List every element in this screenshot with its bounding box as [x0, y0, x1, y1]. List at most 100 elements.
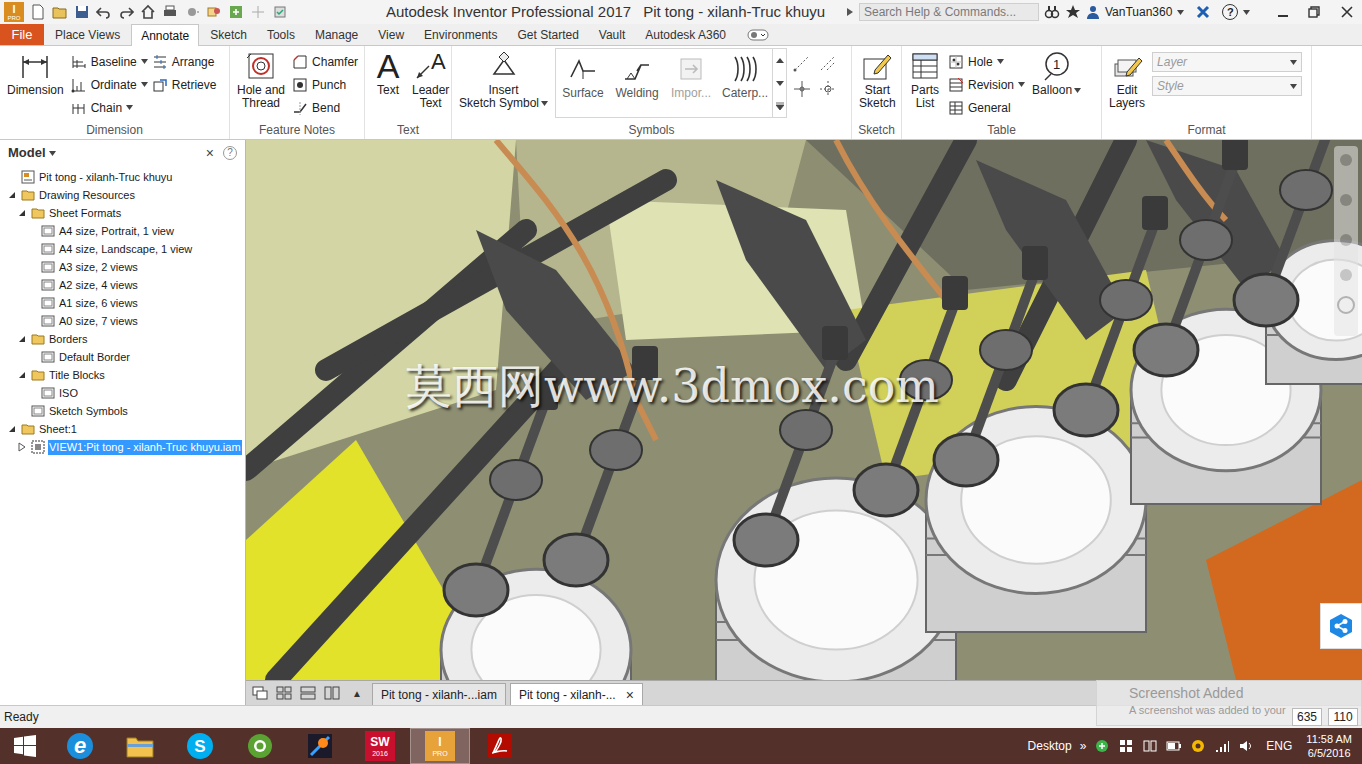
tree-item[interactable]: Pit tong - xilanh-Truc khuyu [0, 168, 245, 186]
ribbon-tool[interactable]: Revision [948, 73, 1025, 96]
format-combo[interactable]: Layer [1152, 52, 1302, 72]
sketch-tool-icon[interactable] [791, 52, 813, 74]
new-icon[interactable] [30, 4, 46, 20]
print-icon[interactable] [162, 4, 178, 20]
document-tab[interactable]: Pit tong - xilanh-...iam [372, 683, 506, 705]
tree-arrow-slot[interactable] [16, 441, 28, 453]
tree-item[interactable]: Title Blocks [0, 366, 245, 384]
gallery-expand-icon[interactable] [773, 94, 786, 117]
tree-item-label[interactable]: ISO [58, 386, 79, 401]
tree-item[interactable]: A1 size, 6 views [0, 294, 245, 312]
tree-item-label[interactable]: Sketch Symbols [48, 404, 129, 419]
browser-help-button[interactable]: ? [223, 146, 237, 160]
undo-icon[interactable] [96, 4, 112, 20]
tree-item[interactable]: A2 size, 4 views [0, 276, 245, 294]
measure-icon[interactable] [250, 4, 266, 20]
share-button[interactable] [1320, 603, 1362, 649]
tree-item-label[interactable]: A3 size, 2 views [58, 260, 139, 275]
document-tab-close[interactable]: × [626, 688, 634, 702]
collapse-arrow-icon[interactable] [8, 190, 16, 200]
clock[interactable]: 11:58 AM6/5/2016 [1306, 732, 1352, 760]
ribbon-tab-label[interactable]: Get Started [508, 24, 587, 45]
ribbon-tool[interactable]: InsertSketch Symbol [456, 48, 551, 110]
collapse-arrow-icon[interactable] [8, 424, 16, 434]
tile-horizontal-icon[interactable] [300, 686, 316, 700]
ribbon-tool[interactable]: Hole [948, 50, 1025, 73]
ribbon-tab-label[interactable]: File [12, 24, 33, 45]
tile-icon[interactable] [276, 686, 292, 700]
app-icon[interactable]: IPRO [4, 2, 24, 22]
tree-arrow-slot[interactable] [6, 423, 18, 435]
tree-item[interactable]: A4 size, Portrait, 1 view [0, 222, 245, 240]
tree-item[interactable]: Default Border [0, 348, 245, 366]
dropdown-caret-icon[interactable] [1018, 82, 1025, 87]
ribbon-tab[interactable]: Sketch [201, 24, 256, 45]
material-icon[interactable] [184, 4, 200, 20]
tree-item[interactable]: Sheet Formats [0, 204, 245, 222]
dropdown-caret-icon[interactable] [997, 59, 1004, 64]
ribbon-tool[interactable]: Surface [556, 49, 610, 117]
tree-item-label[interactable]: A1 size, 6 views [58, 296, 139, 311]
tree-item-label[interactable]: Sheet:1 [38, 422, 78, 437]
tree-item[interactable]: A0 size, 7 views [0, 312, 245, 330]
ribbon-tool[interactable]: EditLayers [1106, 48, 1148, 110]
ribbon-tab-label[interactable]: Annotate [131, 24, 199, 46]
ribbon-toggle-icon[interactable] [745, 24, 771, 45]
gallery-up-icon[interactable] [773, 49, 786, 72]
ribbon-tool[interactable]: Arrange [152, 50, 217, 73]
battery-icon[interactable] [1166, 738, 1182, 754]
input-language[interactable]: ENG [1266, 737, 1292, 755]
dropdown-caret-icon[interactable] [141, 82, 148, 87]
dropdown-caret-icon[interactable] [541, 101, 548, 106]
ribbon-tool[interactable]: Caterp... [718, 49, 772, 117]
expand-arrow-icon[interactable] [18, 442, 26, 452]
gallery-down-icon[interactable] [773, 72, 786, 95]
tree-item-label[interactable]: A2 size, 4 views [58, 278, 139, 293]
document-list-button[interactable]: ▲ [352, 686, 362, 701]
ribbon-tab[interactable]: Autodesk A360 [636, 24, 735, 45]
tree-item[interactable]: Sketch Symbols [0, 402, 245, 420]
taskbar-app[interactable] [110, 728, 170, 764]
document-tab[interactable]: Pit tong - xilanh-...× [510, 683, 643, 705]
ribbon-tool[interactable]: AText [369, 48, 407, 97]
taskbar-app[interactable]: S [170, 728, 230, 764]
tree-item[interactable]: A4 size, Landscape, 1 view [0, 240, 245, 258]
ribbon-tool[interactable]: General [948, 96, 1025, 119]
ribbon-tab[interactable]: Place Views [46, 24, 129, 45]
tree-item[interactable]: Sheet:1 [0, 420, 245, 438]
collapse-arrow-icon[interactable] [18, 334, 26, 344]
ribbon-tab-label[interactable]: Autodesk A360 [636, 24, 735, 45]
ribbon-tool[interactable]: StartSketch [856, 48, 899, 110]
tree-item[interactable]: A3 size, 2 views [0, 258, 245, 276]
tree-item-label[interactable]: Borders [48, 332, 89, 347]
format-combo[interactable]: Style [1152, 76, 1302, 96]
ribbon-tool[interactable]: Chamfer [292, 50, 358, 73]
wifi-icon[interactable] [1214, 738, 1230, 754]
help-caret-icon[interactable] [1243, 10, 1250, 15]
help-button[interactable]: ? [1222, 4, 1238, 20]
tree-item[interactable]: ISO [0, 384, 245, 402]
volume-icon[interactable] [1238, 738, 1254, 754]
tree-item-label[interactable]: Pit tong - xilanh-Truc khuyu [38, 170, 173, 185]
expand-search-icon[interactable] [846, 7, 854, 17]
tree-item-label[interactable]: Default Border [58, 350, 131, 365]
toolbar-chevron[interactable]: » [1080, 737, 1087, 755]
close-icon[interactable] [1332, 2, 1362, 22]
tree-item[interactable]: VIEW1:Pit tong - xilanh-Truc khuyu.iam [0, 438, 245, 456]
save-icon[interactable] [74, 4, 90, 20]
redo-icon[interactable] [118, 4, 134, 20]
sketch-tool-icon[interactable] [817, 78, 839, 100]
ribbon-tool[interactable]: Punch [292, 73, 358, 96]
dropdown-caret-icon[interactable] [141, 59, 148, 64]
cascade-icon[interactable] [252, 686, 268, 700]
tree-item-label[interactable]: A4 size, Landscape, 1 view [58, 242, 193, 257]
user-caret-icon[interactable] [1177, 10, 1184, 15]
dropdown-caret-icon[interactable] [126, 105, 133, 110]
ribbon-tab-label[interactable]: View [369, 24, 413, 45]
ribbon-tool[interactable]: Welding [610, 49, 664, 117]
dropdown-caret-icon[interactable] [1290, 60, 1297, 65]
restore-icon[interactable] [1301, 2, 1327, 22]
ribbon-tool[interactable]: Baseline [71, 50, 148, 73]
exchange-icon[interactable] [1195, 4, 1211, 20]
ribbon-tab-label[interactable]: Place Views [46, 24, 129, 45]
